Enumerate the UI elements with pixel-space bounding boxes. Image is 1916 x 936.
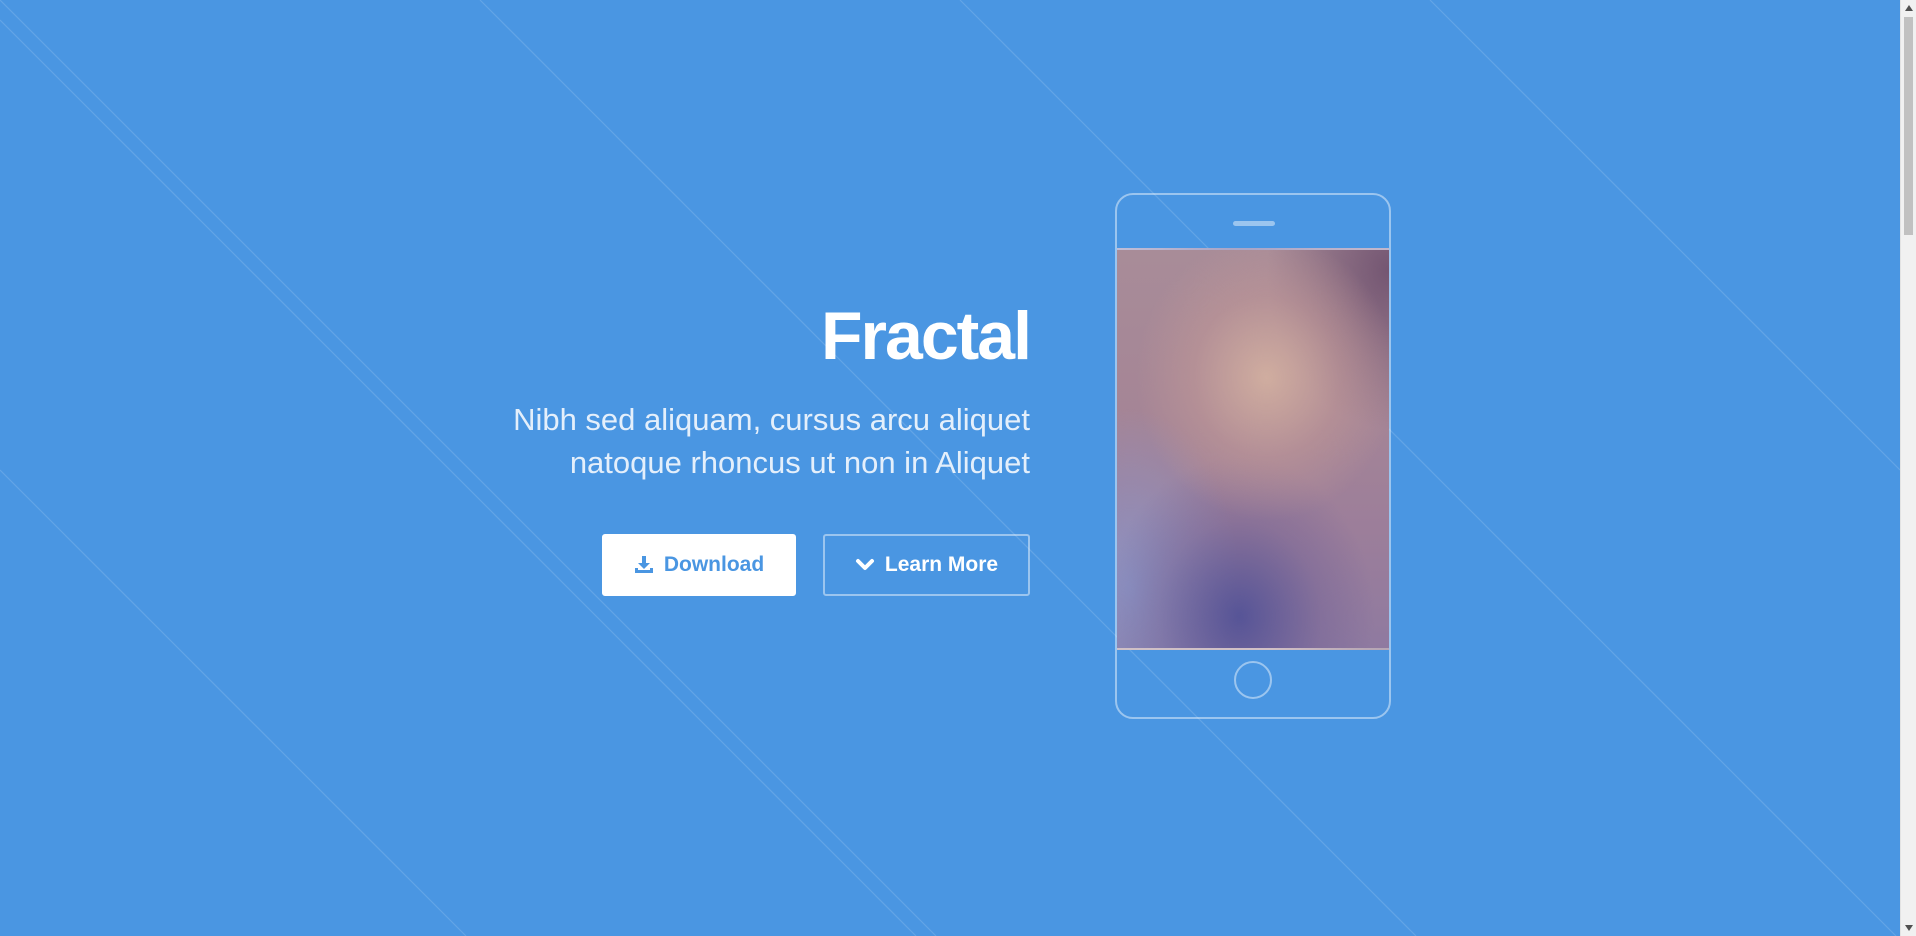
learn-more-button[interactable]: Learn More bbox=[823, 534, 1030, 596]
phone-screen-image bbox=[1117, 248, 1389, 650]
vertical-scrollbar[interactable] bbox=[1900, 0, 1916, 936]
hero-subtitle: Nibh sed aliquam, cursus arcu aliquet na… bbox=[430, 398, 1030, 484]
page-title: Fractal bbox=[821, 298, 1032, 374]
scrollbar-thumb[interactable] bbox=[1904, 17, 1913, 235]
scroll-down-arrow-icon[interactable] bbox=[1901, 920, 1916, 936]
download-icon bbox=[634, 555, 654, 575]
hero-buttons: Download Learn More bbox=[430, 534, 1030, 596]
download-button-label: Download bbox=[663, 553, 765, 576]
phone-mockup bbox=[1115, 193, 1391, 719]
landing-page: Fractal Nibh sed aliquam, cursus arcu al… bbox=[0, 0, 1916, 936]
phone-speaker bbox=[1233, 221, 1275, 226]
learn-more-button-label: Learn More bbox=[884, 553, 999, 576]
scroll-up-arrow-icon[interactable] bbox=[1901, 0, 1916, 16]
hero-subtitle-line-2: natoque rhoncus ut non in Aliquet bbox=[569, 445, 1030, 480]
hero-section: Fractal Nibh sed aliquam, cursus arcu al… bbox=[430, 296, 1032, 596]
hero-subtitle-line-1: Nibh sed aliquam, cursus arcu aliquet bbox=[513, 402, 1030, 437]
chevron-down-icon bbox=[855, 558, 875, 572]
phone-home-button bbox=[1234, 661, 1272, 699]
download-button[interactable]: Download bbox=[602, 534, 796, 596]
